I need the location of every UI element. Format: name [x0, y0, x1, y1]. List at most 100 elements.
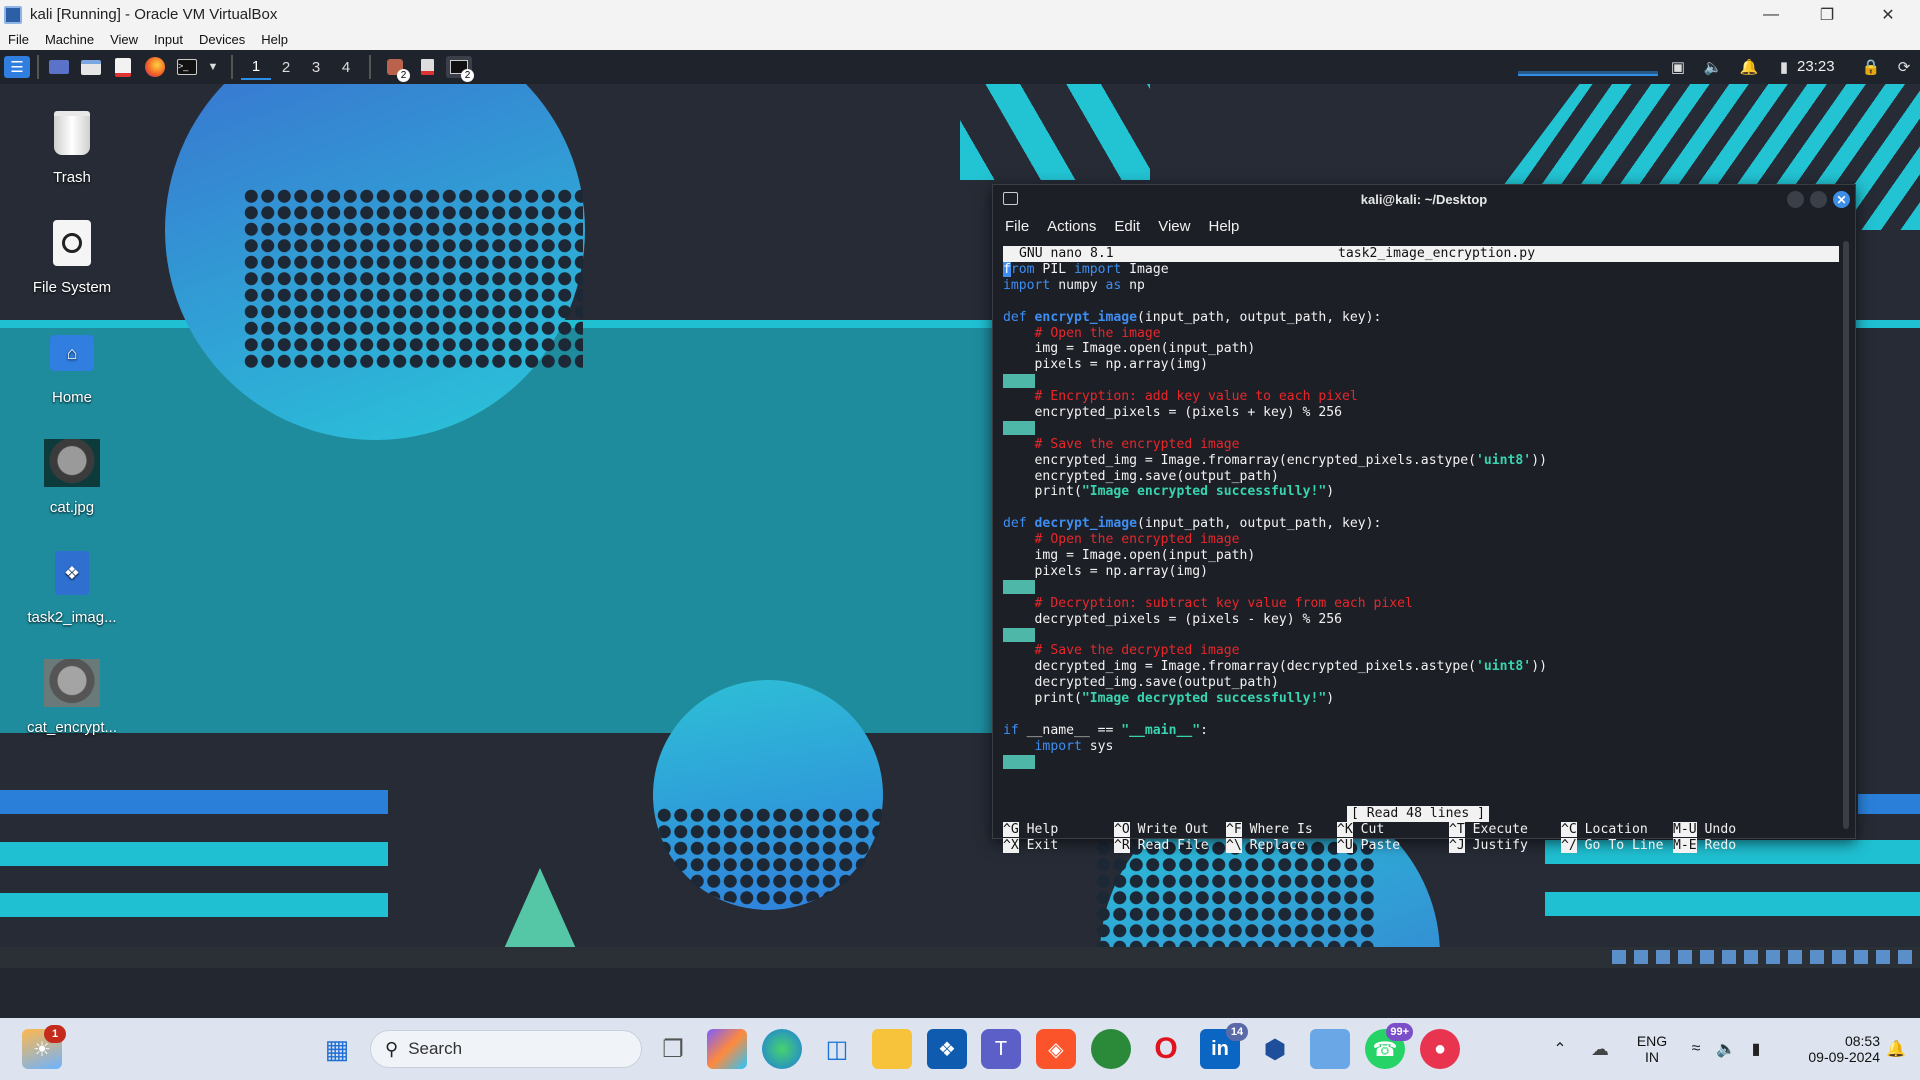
shortcut-help[interactable]: ^G Help ^X Exit: [1003, 822, 1058, 854]
code-area[interactable]: from PIL import Image import numpy as np…: [1003, 262, 1839, 771]
brave-icon[interactable]: ◈: [1036, 1029, 1076, 1069]
whatsapp-icon[interactable]: ☎ 99+: [1365, 1023, 1413, 1069]
shortcut-label: Go To Line: [1584, 837, 1664, 853]
workspace-4[interactable]: 4: [331, 54, 361, 80]
shortcut-where-is[interactable]: ^F Where Is ^\ Replace: [1226, 822, 1313, 854]
file-manager-icon[interactable]: [78, 56, 104, 78]
lock-icon[interactable]: 🔒: [1858, 56, 1884, 78]
app-icon[interactable]: ❖: [927, 1029, 967, 1069]
terminal-window[interactable]: kali@kali: ~/Desktop ✕ File Actions Edit…: [992, 184, 1856, 853]
desktop-icon-cat-encrypted[interactable]: cat_encrypt...: [18, 655, 126, 736]
wallpaper-stripe: [1858, 794, 1920, 814]
language-indicator[interactable]: ENG IN: [1632, 1018, 1672, 1080]
terminal-titlebar[interactable]: kali@kali: ~/Desktop ✕: [993, 185, 1855, 213]
show-desktop-icon[interactable]: [46, 56, 72, 78]
power-icon[interactable]: ⟳: [1891, 56, 1917, 78]
chevron-up-icon[interactable]: ⌃: [1540, 1029, 1580, 1069]
copilot-icon[interactable]: [707, 1029, 747, 1069]
teams-icon[interactable]: T: [981, 1029, 1021, 1069]
menu-help[interactable]: Help: [253, 32, 296, 47]
panel-clock[interactable]: 23:23: [1797, 58, 1835, 75]
shortcut-location[interactable]: ^C Location ^/ Go To Line: [1561, 822, 1664, 854]
terminal-menu-edit[interactable]: Edit: [1114, 218, 1140, 235]
file-explorer-icon[interactable]: [872, 1029, 912, 1069]
store-icon[interactable]: ◫: [817, 1029, 857, 1069]
terminal-task-icon[interactable]: 2: [446, 56, 474, 82]
shortcut-key: M-E: [1673, 837, 1697, 853]
menu-input[interactable]: Input: [146, 32, 191, 47]
weather-badge: 1: [44, 1025, 66, 1043]
terminal-menu-view[interactable]: View: [1158, 218, 1190, 235]
nano-status: [ Read 48 lines ]: [1347, 806, 1490, 822]
shortcut-execute[interactable]: ^T Execute ^J Justify: [1449, 822, 1528, 854]
opera-icon[interactable]: O: [1146, 1029, 1186, 1069]
terminal-menu-actions[interactable]: Actions: [1047, 218, 1096, 235]
edge-icon[interactable]: [762, 1029, 802, 1069]
terminal-menu-file[interactable]: File: [1005, 218, 1029, 235]
trash-icon: [44, 105, 100, 161]
start-button[interactable]: ▦: [317, 1029, 357, 1069]
screen-recorder-icon[interactable]: ●: [1420, 1029, 1460, 1069]
shortcut-label: Undo: [1704, 822, 1737, 837]
home-folder-icon: ⌂: [44, 325, 100, 381]
shortcut-label: Read File: [1137, 837, 1209, 853]
notification-bell-icon[interactable]: 🔔: [1876, 1029, 1916, 1069]
terminal-menu-help[interactable]: Help: [1208, 218, 1239, 235]
virtualbox-taskbar-icon[interactable]: ⬢: [1255, 1029, 1295, 1069]
shortcut-undo[interactable]: M-U Undo M-E Redo: [1673, 822, 1736, 854]
terminal-maximize-button[interactable]: [1810, 191, 1827, 208]
terminal-close-button[interactable]: ✕: [1833, 191, 1850, 208]
shortcut-key: ^F: [1226, 822, 1242, 837]
battery-icon[interactable]: ▮: [1736, 1029, 1776, 1069]
menu-file[interactable]: File: [0, 32, 37, 47]
linkedin-icon[interactable]: in 14: [1200, 1023, 1248, 1069]
desktop-icon-filesystem[interactable]: File System: [18, 215, 126, 296]
text-editor-icon[interactable]: [110, 56, 136, 78]
text-editor-task-icon[interactable]: [414, 56, 440, 78]
shortcut-key: ^\: [1226, 837, 1242, 853]
desktop-icon-cat-jpg[interactable]: cat.jpg: [18, 435, 126, 516]
desktop-icon-label: Home: [51, 389, 92, 406]
desktop-icon-python-file[interactable]: ❖ task2_imag...: [18, 545, 126, 626]
menu-devices[interactable]: Devices: [191, 32, 253, 47]
window-count-badge: 2: [397, 69, 410, 82]
minimize-button[interactable]: —: [1743, 0, 1799, 29]
weather-widget-icon[interactable]: ☀ 1: [22, 1025, 66, 1069]
chevron-down-icon[interactable]: ▼: [206, 56, 220, 78]
guest-desktop: ☰ >_ ▼ 1 2 3 4 2 2 ▣ 🔈 🔔 ▮ 23:23 🔒 ⟳ Tra…: [0, 50, 1920, 997]
app-icon[interactable]: [1091, 1029, 1131, 1069]
workspace-3[interactable]: 3: [301, 54, 331, 80]
menu-machine[interactable]: Machine: [37, 32, 102, 47]
snipping-tool-icon[interactable]: [1310, 1029, 1350, 1069]
terminal-scrollbar[interactable]: [1843, 241, 1849, 829]
onedrive-icon[interactable]: ☁: [1580, 1029, 1620, 1069]
desktop-icon-trash[interactable]: Trash: [18, 105, 126, 186]
firefox-icon[interactable]: [142, 56, 168, 78]
nano-filename: task2_image_encryption.py: [1338, 246, 1536, 261]
menu-view[interactable]: View: [102, 32, 146, 47]
wallpaper-stripe: [1545, 892, 1920, 916]
task-view-icon[interactable]: ❐: [653, 1029, 693, 1069]
kali-menu-icon[interactable]: ☰: [4, 56, 30, 78]
restore-button[interactable]: ❐: [1799, 0, 1855, 29]
workspace-1[interactable]: 1: [241, 54, 271, 80]
search-box[interactable]: ⚲ Search: [370, 1030, 642, 1068]
nano-editor[interactable]: GNU nano 8.1 task2_image_encryption.py fr…: [1003, 246, 1839, 853]
guest-footer: [0, 968, 1920, 1018]
desktop-icon-label: cat_encrypt...: [26, 719, 118, 736]
display-icon[interactable]: ▣: [1665, 56, 1691, 78]
workspace-2[interactable]: 2: [271, 54, 301, 80]
vbox-status-icons[interactable]: [1612, 950, 1912, 964]
window-group-icon[interactable]: 2: [382, 56, 410, 82]
shortcut-cut[interactable]: ^K Cut ^U Paste: [1337, 822, 1400, 854]
shortcut-label: Execute: [1472, 822, 1528, 837]
battery-icon[interactable]: ▮: [1771, 56, 1797, 78]
terminal-launcher-icon[interactable]: >_: [174, 56, 200, 78]
terminal-minimize-button[interactable]: [1787, 191, 1804, 208]
volume-icon[interactable]: 🔈: [1700, 56, 1726, 78]
clock[interactable]: 08:53 09-09-2024: [1780, 1018, 1880, 1080]
close-button[interactable]: ✕: [1860, 0, 1916, 29]
desktop-icon-home[interactable]: ⌂ Home: [18, 325, 126, 406]
notification-bell-icon[interactable]: 🔔: [1736, 56, 1762, 78]
shortcut-write-out[interactable]: ^O Write Out ^R Read File: [1114, 822, 1209, 854]
